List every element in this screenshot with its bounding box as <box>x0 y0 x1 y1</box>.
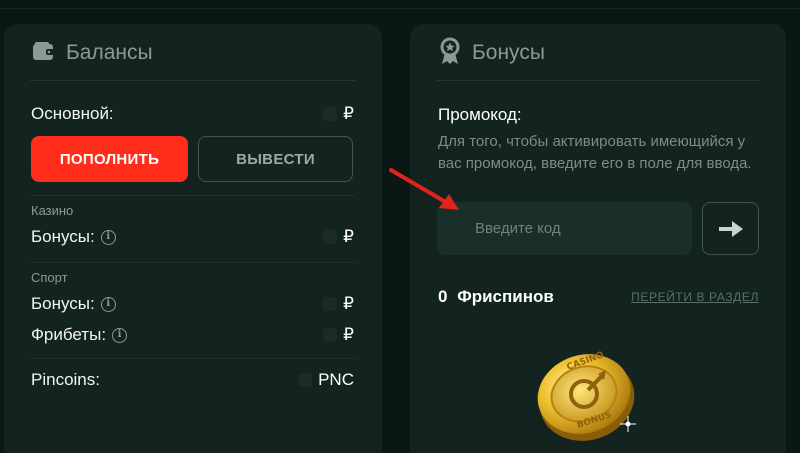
goto-section-link[interactable]: ПЕРЕЙТИ В РАЗДЕЛ <box>631 290 759 304</box>
sport-bonus-row: Бонусы: i ₽ <box>31 294 354 314</box>
pincoins-row: Pincoins: PNC <box>31 370 354 390</box>
sport-section-label: Спорт <box>31 270 68 285</box>
hidden-amount <box>323 230 338 244</box>
casino-bonus-value: ₽ <box>323 227 354 247</box>
promo-description: Для того, чтобы активировать имеющийся у… <box>438 133 752 172</box>
info-icon[interactable]: i <box>100 229 116 245</box>
pnc-unit: PNC <box>318 370 354 389</box>
ruble-sign: ₽ <box>343 294 354 313</box>
top-divider <box>0 8 800 9</box>
award-badge-icon <box>438 37 462 70</box>
freespins-counter: 0 Фриспинов <box>438 287 554 307</box>
promo-title: Промокод: <box>438 105 522 124</box>
ruble-sign: ₽ <box>343 227 354 246</box>
main-balance-value: ₽ <box>323 104 354 124</box>
freebets-label: Фрибеты: <box>31 325 107 344</box>
promo-code-input[interactable] <box>437 202 692 255</box>
red-pointer-arrow <box>389 168 459 210</box>
bonuses-title: Бонусы <box>472 41 545 64</box>
freespins-count: 0 <box>438 287 448 306</box>
balances-header: Балансы <box>4 24 382 82</box>
header-divider <box>30 80 356 81</box>
ruble-sign: ₽ <box>343 325 354 344</box>
section-divider <box>30 262 356 263</box>
wallet-icon <box>32 41 56 66</box>
main-balance-row: Основной: ₽ <box>31 104 354 124</box>
casino-bonus-label-wrap: Бонусы: i <box>31 227 116 247</box>
hidden-amount <box>323 297 338 311</box>
section-divider <box>30 358 356 359</box>
hidden-amount <box>298 373 313 387</box>
casino-bonus-row: Бонусы: i ₽ <box>31 227 354 247</box>
arrow-right-icon <box>718 220 743 237</box>
bonuses-card: Бонусы Промокод: Для того, чтобы активир… <box>410 24 786 453</box>
freespins-row: 0 Фриспинов ПЕРЕЙТИ В РАЗДЕЛ <box>438 287 759 307</box>
freespins-label: Фриспинов <box>457 287 554 306</box>
info-icon[interactable]: i <box>112 327 128 343</box>
main-balance-label: Основной: <box>31 104 114 123</box>
ruble-sign: ₽ <box>343 104 354 123</box>
sport-bonus-value: ₽ <box>323 294 354 314</box>
freebets-row: Фрибеты: i ₽ <box>31 325 354 345</box>
deposit-button[interactable]: ПОПОЛНИТЬ <box>31 136 188 182</box>
header-divider <box>436 80 760 81</box>
section-divider <box>30 195 356 196</box>
withdraw-button[interactable]: ВЫВЕСТИ <box>198 136 353 182</box>
hidden-amount <box>323 328 338 342</box>
casino-bonus-coin: CASINO BONUS <box>537 350 636 441</box>
balances-title: Балансы <box>66 41 153 64</box>
promo-submit-button[interactable] <box>702 202 759 255</box>
freebets-value: ₽ <box>323 325 354 345</box>
hidden-amount <box>323 107 338 121</box>
pincoins-value: PNC <box>298 370 354 390</box>
pincoins-label: Pincoins: <box>31 370 100 389</box>
info-icon[interactable]: i <box>100 296 116 312</box>
casino-section-label: Казино <box>31 203 74 218</box>
casino-bonus-label: Бонусы: <box>31 227 95 246</box>
bonuses-header: Бонусы <box>410 24 786 82</box>
balances-card: Балансы Основной: ₽ ПОПОЛНИТЬ ВЫВЕСТИ Ка… <box>4 24 382 453</box>
sport-bonus-label-wrap: Бонусы: i <box>31 294 116 314</box>
freebets-label-wrap: Фрибеты: i <box>31 325 128 345</box>
sport-bonus-label: Бонусы: <box>31 294 95 313</box>
